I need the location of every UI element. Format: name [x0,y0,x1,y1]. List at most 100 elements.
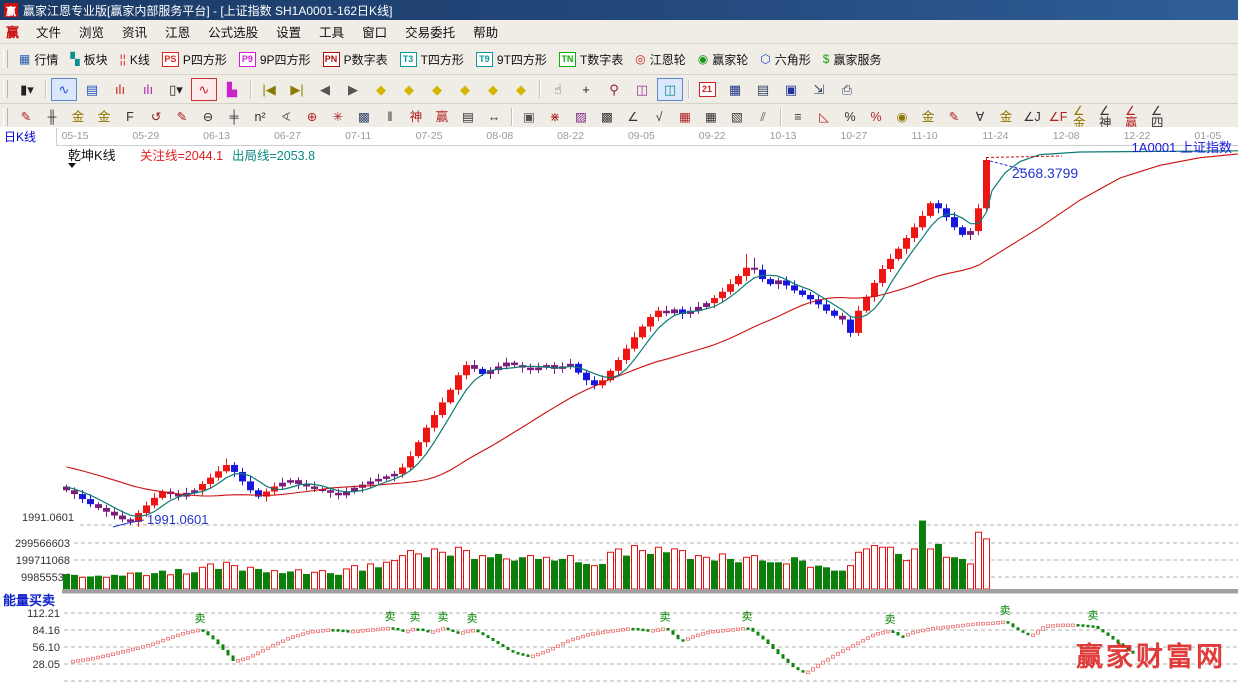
t-square-button[interactable]: T3T四方形 [394,48,470,71]
winner-service-button[interactable]: $赢家服务 [817,48,888,71]
fan-box-tool[interactable]: ▨ [569,107,593,128]
angle-four-tool[interactable]: ∠四 [1150,107,1174,128]
width-measure-tool[interactable]: ↔ [482,107,506,128]
menu-item-浏览[interactable]: 浏览 [70,23,113,43]
notepad-button[interactable]: ▤ [750,78,776,101]
t-table-button[interactable]: TNT数字表 [553,48,629,71]
p-square-button[interactable]: PSP四方形 [156,48,233,71]
volume-profile-button[interactable]: ▙ [219,78,245,101]
angle-line-tool[interactable]: ∠ [621,107,645,128]
print-button[interactable]: ⎙ [834,78,860,101]
gold-lines2-tool[interactable]: 金 [92,107,116,128]
indicator-name-label[interactable]: 能量买卖 [3,593,55,608]
net-box-tool[interactable]: ▩ [595,107,619,128]
spiral-tool[interactable]: ↺ [144,107,168,128]
winner-wheel-button[interactable]: ◉赢家轮 [692,48,755,71]
web-box-tool[interactable]: ▩ [352,107,376,128]
export-button[interactable]: ⇲ [806,78,832,101]
menu-item-文件[interactable]: 文件 [27,23,70,43]
menu-item-江恩[interactable]: 江恩 [156,23,199,43]
prev-bar-button[interactable]: ◀ [312,78,338,101]
compress-h-button[interactable]: ◆ [452,78,478,101]
pane-separator[interactable] [62,589,1238,594]
angle-win-tool[interactable]: ∠赢 [1124,107,1148,128]
bars-3-button[interactable]: ılı [107,78,133,101]
teal-board-button[interactable]: ◫ [657,78,683,101]
menu-item-公式选股[interactable]: 公式选股 [199,23,267,43]
channel-tool[interactable]: ‖ [378,107,402,128]
kline-style-dropdown[interactable]: ▮▾ [14,78,40,101]
chart-area[interactable]: 05-1505-2906-1306-2707-1107-2508-0808-22… [0,127,1238,682]
fan-red-tool[interactable]: ⋇ [543,107,567,128]
angle-j-tool[interactable]: ∠J [1020,107,1044,128]
gann-lines-tool[interactable]: ╫ [40,107,64,128]
angle-gold-tool[interactable]: ∠金 [1072,107,1096,128]
menu-item-设置[interactable]: 设置 [267,23,310,43]
gold-level-tool[interactable]: 金 [916,107,940,128]
gann-wheel-button[interactable]: ◎江恩轮 [629,48,692,71]
percent-tri-tool[interactable]: ◺ [812,107,836,128]
save-button[interactable]: ▣ [778,78,804,101]
menu-item-帮助[interactable]: 帮助 [464,23,507,43]
9t-square-button[interactable]: T99T四方形 [470,48,553,71]
menu-item-资讯[interactable]: 资讯 [113,23,156,43]
toolbar-grip[interactable] [3,50,8,68]
scale-tool[interactable]: ≡ [786,107,810,128]
kline-chart-canvas[interactable]: 05-1505-2906-1306-2707-1107-2508-0808-22… [0,127,1238,682]
win-lines-tool[interactable]: 赢 [430,107,454,128]
pan-right-button[interactable]: ◆ [396,78,422,101]
sectors-button[interactable]: ▚板块 [64,48,113,71]
pan-left-button[interactable]: ◆ [368,78,394,101]
first-bar-button[interactable]: |◀ [256,78,282,101]
info-board-button[interactable]: ▤ [79,78,105,101]
next-bar-button[interactable]: ▶ [340,78,366,101]
candle-type-dropdown[interactable]: ▯▾ [163,78,189,101]
expand-all-button[interactable]: ◆ [480,78,506,101]
hexagon-button[interactable]: ⬡六角形 [754,48,817,71]
circle-cross-tool[interactable]: ⊕ [300,107,324,128]
brush-tool[interactable]: ✎ [170,107,194,128]
ruler-tool[interactable]: ▤ [456,107,480,128]
gold-under-tool[interactable]: 金 [994,107,1018,128]
check-line-tool[interactable]: √ [647,107,671,128]
qiankun-kline-button[interactable]: ∿ [191,78,217,101]
draw-pen-tool[interactable]: ✎ [14,107,38,128]
circle-lines-tool[interactable]: ⊖ [196,107,220,128]
angle-f-tool[interactable]: ∠F [1046,107,1070,128]
toolbar-grip[interactable] [3,80,8,98]
bars-9-button[interactable]: ılı [135,78,161,101]
zoom-tool-button[interactable]: ⚲ [601,78,627,101]
last-bar-button[interactable]: ▶| [284,78,310,101]
angle-mirror-tool[interactable]: ∢ [274,107,298,128]
crosshair-tool-button[interactable]: + [573,78,599,101]
gold-circle-tool[interactable]: ◉ [890,107,914,128]
expand-h-button[interactable]: ◆ [424,78,450,101]
grid-dark-tool[interactable]: ▦ [699,107,723,128]
hand-tool-button[interactable]: ☝ [545,78,571,101]
period-label[interactable]: 日K线 [4,130,36,144]
angle-shen-tool[interactable]: ∠神 [1098,107,1122,128]
menu-item-交易委托[interactable]: 交易委托 [396,23,464,43]
percent-tool[interactable]: % [838,107,862,128]
percent-red-tool[interactable]: % [864,107,888,128]
n-square-tool[interactable]: n² [248,107,272,128]
slash-tool[interactable]: ⫽ [751,107,775,128]
compress-all-button[interactable]: ◆ [508,78,534,101]
purple-board-button[interactable]: ◫ [629,78,655,101]
calendar-button[interactable]: 21 [694,78,720,101]
grid-red-tool[interactable]: ▦ [673,107,697,128]
hatch-tool[interactable]: ▧ [725,107,749,128]
pen2-tool[interactable]: ✎ [942,107,966,128]
web-tool[interactable]: ✳ [326,107,350,128]
select-box-tool[interactable]: ▣ [517,107,541,128]
fibo-lines-tool[interactable]: F [118,107,142,128]
toolbar-grip[interactable] [3,108,8,126]
quotes-button[interactable]: ▦行情 [13,48,64,71]
shen-lines-tool[interactable]: 神 [404,107,428,128]
kline-button[interactable]: ¦¦K线 [114,48,156,71]
menu-item-窗口[interactable]: 窗口 [353,23,396,43]
9p-square-button[interactable]: P99P四方形 [233,48,317,71]
menu-item-工具[interactable]: 工具 [310,23,353,43]
p-table-button[interactable]: PNP数字表 [317,48,394,71]
arc-tool[interactable]: ∀ [968,107,992,128]
